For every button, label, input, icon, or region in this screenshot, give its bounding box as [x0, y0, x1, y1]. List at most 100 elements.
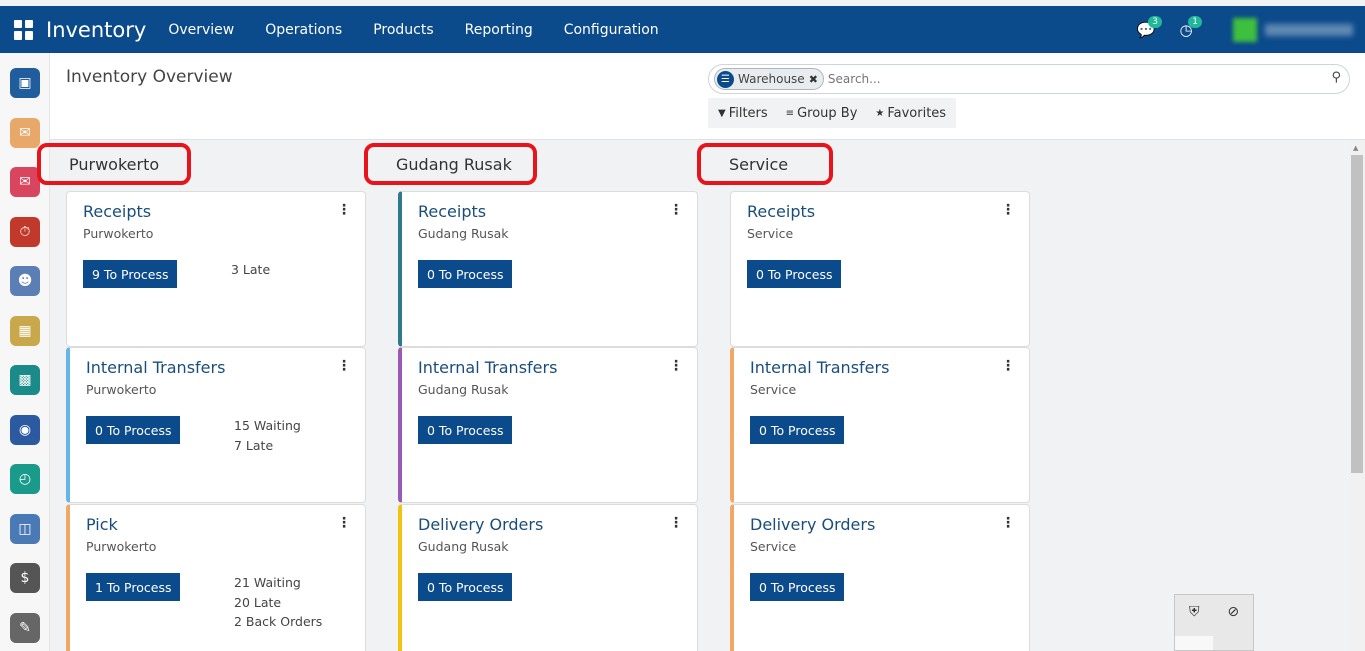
- to-process-button[interactable]: 0 To Process: [418, 573, 513, 601]
- favorites-label: Favorites: [887, 105, 947, 121]
- operation-card[interactable]: Internal Transfers Purwokerto 0 To Process…: [66, 347, 366, 503]
- card-stats: 15 Waiting 7 Late: [234, 416, 301, 455]
- card-stats: 21 Waiting 20 Late 2 Back Orders: [234, 573, 322, 632]
- menu-configuration[interactable]: Configuration: [564, 22, 659, 38]
- discuss-icon[interactable]: ▣: [10, 68, 40, 98]
- to-process-button[interactable]: 0 To Process: [418, 416, 513, 444]
- timer-icon[interactable]: ⏱: [10, 216, 40, 247]
- operation-card[interactable]: Internal Transfers Gudang Rusak 0 To Proce…: [398, 347, 698, 503]
- card-warehouse: Gudang Rusak: [418, 539, 509, 554]
- group-by-button[interactable]: ≡ Group By: [786, 106, 858, 121]
- menu-overview[interactable]: Overview: [168, 22, 234, 38]
- control-panel: Inventory Overview ☰ Warehouse ✖ ⚲ ▼Filt…: [50, 53, 1365, 140]
- filter-icon: ▼: [718, 107, 726, 119]
- kanban-column-header: Gudang Rusak: [364, 143, 537, 185]
- notes-icon[interactable]: ✎: [10, 612, 40, 643]
- operation-card[interactable]: Pick Purwokerto 1 To Process ⋮ 21 Waiting 20 …: [66, 504, 366, 651]
- group-by-label: Group By: [797, 105, 858, 121]
- search-facet-warehouse[interactable]: ☰ Warehouse ✖: [714, 68, 824, 90]
- search-bar[interactable]: ☰ Warehouse ✖ ⚲: [708, 64, 1350, 94]
- search-options: ▼ Filters ≡ Group By ★ Favorites: [708, 98, 957, 128]
- messages-button[interactable]: 💬 3: [1133, 15, 1162, 42]
- operation-card[interactable]: Delivery Orders Gudang Rusak 0 To Process ⋮: [398, 504, 698, 651]
- to-process-button[interactable]: 9 To Process: [83, 260, 178, 288]
- avatar: [1233, 17, 1257, 42]
- to-process-button[interactable]: 1 To Process: [86, 573, 181, 601]
- top-navbar: Inventory Overview Operations Products R…: [0, 6, 1365, 53]
- menu-products[interactable]: Products: [373, 22, 433, 38]
- card-title[interactable]: Delivery Orders: [418, 515, 543, 534]
- kebab-menu-icon[interactable]: ⋮: [669, 515, 683, 531]
- search-icon[interactable]: ⚲: [1331, 70, 1341, 85]
- to-process-button[interactable]: 0 To Process: [86, 416, 181, 444]
- menu-operations[interactable]: Operations: [265, 22, 342, 38]
- card-title[interactable]: Internal Transfers: [86, 358, 225, 377]
- filters-label: Filters: [728, 105, 768, 121]
- operation-card[interactable]: Receipts Purwokerto 9 To Process ⋮ 3 Late: [66, 191, 366, 347]
- tray-selection: [1175, 636, 1213, 650]
- favorites-button[interactable]: ★ Favorites: [875, 106, 946, 121]
- user-menu[interactable]: [1233, 17, 1353, 42]
- operation-card[interactable]: Internal Transfers Service 0 To Process ⋮: [730, 347, 1030, 503]
- calendar-icon[interactable]: ▦: [10, 315, 40, 346]
- to-process-button[interactable]: 0 To Process: [750, 416, 845, 444]
- card-warehouse: Service: [750, 539, 797, 554]
- system-tray-popup: ⛨ ⊘: [1174, 594, 1254, 651]
- payroll-icon[interactable]: $: [10, 563, 40, 593]
- operation-card[interactable]: Receipts Service 0 To Process ⋮: [730, 191, 1030, 347]
- card-warehouse: Gudang Rusak: [418, 382, 509, 397]
- page-title: Inventory Overview: [66, 67, 233, 87]
- card-title[interactable]: Receipts: [83, 202, 151, 221]
- card-title[interactable]: Delivery Orders: [750, 515, 875, 534]
- remove-facet-icon[interactable]: ✖: [809, 73, 818, 86]
- kebab-menu-icon[interactable]: ⋮: [1001, 358, 1015, 374]
- kanban-column-header: Purwokerto: [37, 143, 191, 185]
- search-input[interactable]: [827, 72, 1308, 86]
- kebab-menu-icon[interactable]: ⋮: [337, 202, 351, 218]
- card-stats: 3 Late: [231, 260, 270, 280]
- activities-count-badge: 1: [1188, 15, 1202, 28]
- card-warehouse: Service: [750, 382, 797, 397]
- to-process-button[interactable]: 0 To Process: [750, 573, 845, 601]
- kebab-menu-icon[interactable]: ⋮: [337, 358, 351, 374]
- kebab-menu-icon[interactable]: ⋮: [669, 358, 683, 374]
- stat-link[interactable]: 7 Late: [234, 436, 301, 456]
- operation-card[interactable]: Receipts Gudang Rusak 0 To Process ⋮: [398, 191, 698, 347]
- stat-link[interactable]: 2 Back Orders: [234, 612, 322, 632]
- eye-slash-icon[interactable]: ⊘: [1227, 604, 1239, 650]
- card-title[interactable]: Internal Transfers: [750, 358, 889, 377]
- company-logo-icon[interactable]: ◉: [10, 414, 40, 445]
- filters-button[interactable]: ▼ Filters: [718, 106, 768, 121]
- clock-icon[interactable]: ◴: [10, 464, 40, 494]
- activities-button[interactable]: ◷ 1: [1173, 15, 1202, 42]
- employee-icon[interactable]: ☻: [10, 266, 40, 296]
- kebab-menu-icon[interactable]: ⋮: [337, 515, 351, 531]
- app-menu-icon[interactable]: [14, 19, 34, 40]
- star-icon: ★: [875, 107, 885, 119]
- list-icon: ≡: [785, 107, 795, 119]
- menu-reporting[interactable]: Reporting: [465, 22, 533, 38]
- operation-card[interactable]: Delivery Orders Service 0 To Process ⋮: [730, 504, 1030, 651]
- stat-link[interactable]: 3 Late: [231, 260, 270, 280]
- inventory-icon[interactable]: ◫: [10, 513, 40, 544]
- card-warehouse: Service: [747, 226, 794, 241]
- stat-link[interactable]: 21 Waiting: [234, 573, 322, 593]
- kebab-menu-icon[interactable]: ⋮: [1001, 515, 1015, 531]
- kebab-menu-icon[interactable]: ⋮: [1001, 202, 1015, 218]
- dashboard-icon[interactable]: ▩: [10, 365, 40, 395]
- app-brand[interactable]: Inventory: [46, 18, 146, 42]
- to-process-button[interactable]: 0 To Process: [747, 260, 842, 288]
- card-title[interactable]: Receipts: [747, 202, 815, 221]
- kebab-menu-icon[interactable]: ⋮: [669, 202, 683, 218]
- scrollbar-thumb[interactable]: [1351, 155, 1363, 473]
- card-title[interactable]: Pick: [86, 515, 118, 534]
- card-title[interactable]: Receipts: [418, 202, 486, 221]
- chat-icon[interactable]: ✉: [10, 167, 40, 197]
- group-by-icon: ☰: [717, 70, 734, 88]
- scroll-up-arrow-icon[interactable]: ▲: [1353, 144, 1358, 152]
- stat-link[interactable]: 20 Late: [234, 593, 322, 613]
- to-process-button[interactable]: 0 To Process: [418, 260, 513, 288]
- stat-link[interactable]: 15 Waiting: [234, 416, 301, 436]
- card-title[interactable]: Internal Transfers: [418, 358, 557, 377]
- inbox-icon[interactable]: ✉: [10, 117, 40, 148]
